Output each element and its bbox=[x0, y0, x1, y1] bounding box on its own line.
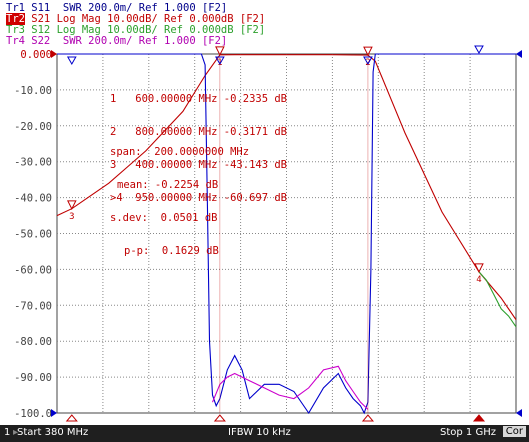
trace1-marker-4 bbox=[474, 45, 484, 55]
y-tick-label: -80.00 bbox=[14, 336, 52, 348]
statistics-readout: span: 200.0000000 MHz mean: -0.2254 dB s… bbox=[110, 125, 249, 268]
stimulus-marker-2 bbox=[361, 414, 375, 422]
stop-frequency[interactable]: Stop 1 GHz bbox=[440, 427, 496, 438]
stat-mean: mean: -0.2254 dB bbox=[117, 179, 219, 191]
y-tick-label: -60.00 bbox=[14, 264, 52, 276]
marker-4-label: 4 bbox=[476, 275, 481, 285]
y-tick-label: -70.00 bbox=[14, 300, 52, 312]
y-tick-label: -50.00 bbox=[14, 229, 52, 241]
y-tick-label: -30.00 bbox=[14, 157, 52, 169]
stat-span: span: 200.0000000 MHz bbox=[110, 146, 250, 158]
stat-pp: p-p: 0.1629 dB bbox=[124, 245, 219, 257]
y-tick-label: 0.000 bbox=[20, 49, 52, 61]
channel-number[interactable]: 1 bbox=[4, 427, 10, 438]
marker-row-1: 1 600.00000 MHz -0.2335 dB bbox=[110, 93, 288, 105]
stimulus-marker-1 bbox=[213, 414, 226, 422]
reference-level-marker bbox=[51, 50, 57, 58]
stat-sdev: s.dev: 0.0501 dB bbox=[110, 212, 218, 224]
y-tick-label: -10.00 bbox=[14, 85, 52, 97]
ifbw-setting[interactable]: IFBW 10 kHz bbox=[228, 427, 291, 438]
y-tick-label: -20.00 bbox=[14, 121, 52, 133]
stimulus-marker-4 bbox=[472, 414, 486, 422]
y-tick-label: -40.00 bbox=[14, 193, 52, 205]
reference-level-marker-right bbox=[516, 50, 522, 58]
status-bar: 1 ▸ Start 380 MHz IFBW 10 kHz Stop 1 GHz… bbox=[0, 425, 529, 442]
y-tick-label: -100.0 bbox=[14, 408, 52, 420]
y-tick-label: -90.00 bbox=[14, 372, 52, 384]
plot-area[interactable]: 0.000 -10.00 -20.00 -30.00 -40.00 -50.00 -60.0… bbox=[0, 0, 529, 442]
correction-badge[interactable]: Cor bbox=[502, 426, 526, 437]
marker-3-label: 3 bbox=[69, 212, 74, 222]
start-frequency[interactable]: Start 380 MHz bbox=[17, 427, 88, 438]
stimulus-marker-3 bbox=[65, 414, 78, 422]
bottom-level-marker bbox=[51, 409, 57, 417]
bottom-level-marker-right bbox=[516, 409, 522, 417]
